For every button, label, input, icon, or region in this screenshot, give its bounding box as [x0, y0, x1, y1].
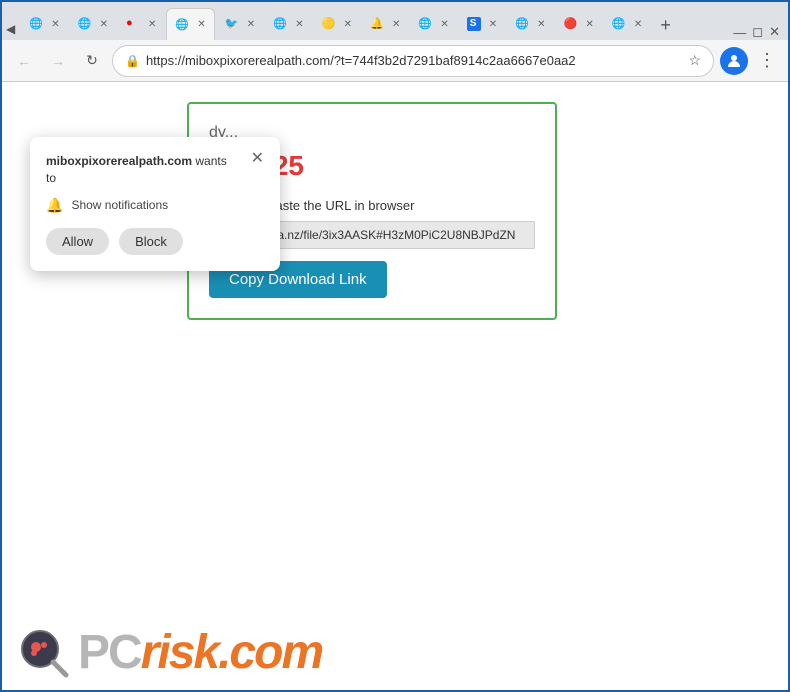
- pc-text: PC: [78, 625, 141, 680]
- tab-2-favicon: 🌐: [78, 17, 92, 31]
- risk-text: risk.com: [141, 625, 322, 680]
- tab-9[interactable]: 🌐 ✕: [410, 8, 456, 40]
- close-window-button[interactable]: ✕: [769, 24, 780, 40]
- tab-7[interactable]: 🟡 ✕: [314, 8, 360, 40]
- popup-buttons: Allow Block: [46, 228, 264, 255]
- show-notifications-text: Show notifications: [71, 198, 168, 212]
- popup-notification-row: 🔔 Show notifications: [46, 197, 264, 214]
- tab-10-close[interactable]: ✕: [489, 19, 497, 30]
- tab-5[interactable]: 🐦 ✕: [217, 8, 263, 40]
- tab-9-favicon: 🌐: [418, 17, 432, 31]
- forward-button[interactable]: →: [44, 47, 72, 75]
- popup-close-button[interactable]: ✕: [251, 151, 264, 167]
- popup-header: miboxpixorerealpath.com wants to ✕: [46, 153, 264, 187]
- tab-6[interactable]: 🌐 ✕: [265, 8, 311, 40]
- tab-4-active[interactable]: 🌐 ✕: [166, 8, 214, 40]
- tab-13[interactable]: 🌐 ✕: [604, 8, 650, 40]
- tab-3-favicon: ●: [126, 17, 140, 31]
- tab-1-close[interactable]: ✕: [51, 19, 59, 30]
- content-area: dy... s: 2025 Copy and paste the URL in …: [2, 82, 788, 690]
- nav-bar: ← → ↻ 🔒 https://miboxpixorerealpath.com/…: [2, 40, 788, 82]
- tab-7-favicon: 🟡: [322, 17, 336, 31]
- tab-4-favicon: 🌐: [175, 18, 189, 32]
- secure-icon: 🔒: [125, 54, 140, 68]
- bookmark-star-icon[interactable]: ☆: [688, 52, 701, 69]
- tab-8[interactable]: 🔔 ✕: [362, 8, 408, 40]
- tab-1-favicon: 🌐: [29, 17, 43, 31]
- tab-3[interactable]: ● ✕: [118, 8, 164, 40]
- tab-11-close[interactable]: ✕: [537, 19, 545, 30]
- popup-wants-text: wants: [195, 154, 226, 168]
- block-button[interactable]: Block: [119, 228, 183, 255]
- refresh-button[interactable]: ↻: [78, 47, 106, 75]
- address-text: https://miboxpixorerealpath.com/?t=744f3…: [146, 53, 682, 68]
- tab-5-close[interactable]: ✕: [247, 19, 255, 30]
- bell-icon: 🔔: [46, 197, 63, 214]
- tab-8-favicon: 🔔: [370, 17, 384, 31]
- tab-9-close[interactable]: ✕: [440, 19, 448, 30]
- tab-11-favicon: 🌐: [515, 17, 529, 31]
- tab-scroll-left[interactable]: ◀: [2, 18, 19, 40]
- tab-2[interactable]: 🌐 ✕: [70, 8, 116, 40]
- tab-5-favicon: 🐦: [225, 17, 239, 31]
- popup-title: miboxpixorerealpath.com wants to: [46, 153, 227, 187]
- pcrisk-watermark: PCrisk.com: [18, 625, 322, 680]
- pcrisk-text: PCrisk.com: [78, 625, 322, 680]
- minimize-button[interactable]: —: [733, 25, 746, 40]
- restore-button[interactable]: ◻: [752, 24, 763, 40]
- profile-button[interactable]: [720, 47, 748, 75]
- notification-popup: miboxpixorerealpath.com wants to ✕ 🔔 Sho…: [30, 137, 280, 271]
- address-bar[interactable]: 🔒 https://miboxpixorerealpath.com/?t=744…: [112, 45, 714, 77]
- tab-11[interactable]: 🌐 ✕: [507, 8, 553, 40]
- tab-10[interactable]: S ✕: [459, 8, 505, 40]
- browser-menu-button[interactable]: ⋮: [754, 50, 780, 71]
- back-button[interactable]: ←: [10, 47, 38, 75]
- tab-6-favicon: 🌐: [273, 17, 287, 31]
- tab-12-close[interactable]: ✕: [586, 19, 594, 30]
- pcrisk-logo-icon: [18, 627, 70, 679]
- tab-12[interactable]: 🔴 ✕: [556, 8, 602, 40]
- new-tab-button[interactable]: +: [652, 11, 679, 40]
- browser-frame: ◀ 🌐 ✕ 🌐 ✕ ● ✕ 🌐 ✕ 🐦 ✕ 🌐 ✕ 🟡 ✕: [2, 2, 788, 690]
- tab-4-close[interactable]: ✕: [197, 19, 205, 30]
- tab-7-close[interactable]: ✕: [344, 19, 352, 30]
- popup-domain: miboxpixorerealpath.com: [46, 154, 192, 168]
- tab-3-close[interactable]: ✕: [148, 19, 156, 30]
- tab-13-favicon: 🌐: [612, 17, 626, 31]
- tab-8-close[interactable]: ✕: [392, 19, 400, 30]
- tab-1[interactable]: 🌐 ✕: [21, 8, 67, 40]
- tab-bar: ◀ 🌐 ✕ 🌐 ✕ ● ✕ 🌐 ✕ 🐦 ✕ 🌐 ✕ 🟡 ✕: [2, 2, 788, 40]
- tab-13-close[interactable]: ✕: [634, 19, 642, 30]
- popup-to-text: to: [46, 171, 56, 185]
- tab-6-close[interactable]: ✕: [295, 19, 303, 30]
- tab-12-favicon: 🔴: [564, 17, 578, 31]
- tab-2-close[interactable]: ✕: [100, 19, 108, 30]
- tab-10-favicon: S: [467, 17, 481, 31]
- allow-button[interactable]: Allow: [46, 228, 109, 255]
- page-content: dy... s: 2025 Copy and paste the URL in …: [2, 82, 788, 690]
